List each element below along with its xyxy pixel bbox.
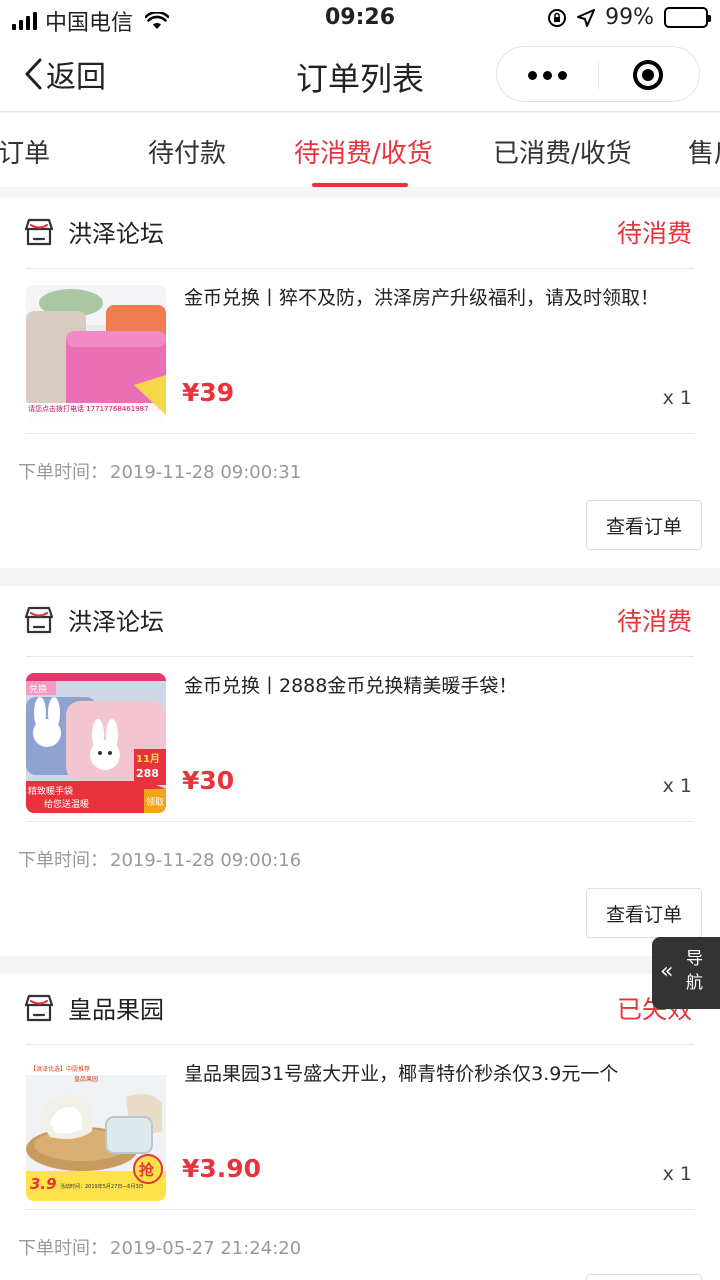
location-icon (577, 8, 596, 27)
product-quantity: x 1 (662, 387, 692, 409)
thumb-text: 【洪泽优选】中厨推荐 (30, 1065, 90, 1073)
order-time-label: 下单时间： (18, 1238, 108, 1259)
order-time-value: 2019-11-28 09:00:16 (110, 850, 302, 871)
thumb-text: 活动时间：2019年5月27日—6月3日 (60, 1183, 144, 1190)
more-dots-icon[interactable] (497, 47, 597, 103)
tab-pending-payment[interactable]: 待付款 (148, 133, 226, 170)
store-row[interactable]: 皇品果园 (24, 990, 164, 1025)
divider (26, 821, 694, 822)
order-time: 下单时间： 2019-05-27 21:24:20 (18, 1234, 301, 1260)
divider (26, 268, 694, 269)
nav-bar: 返回 订单列表 (0, 38, 720, 112)
order-status: 待消费 (616, 219, 692, 248)
store-icon (24, 218, 54, 245)
order-card: 皇品果园 已失效 【洪泽优选】中厨推荐 皇品果园 3.9 抢 活动时间：2019… (0, 974, 720, 1280)
store-icon (24, 606, 54, 633)
rotation-lock-icon (548, 8, 567, 27)
store-name: 皇品果园 (68, 996, 164, 1024)
guide-label: 导航 (686, 949, 703, 993)
thumb-text: 请您点击拨打电话 17717768461987 (28, 404, 149, 413)
floating-guide-button[interactable]: « 导航 (652, 937, 720, 1009)
status-right: 99% (547, 5, 711, 30)
product-thumbnail[interactable]: 请您点击拨打电话 17717768461987 (26, 285, 166, 425)
battery-icon (664, 7, 711, 28)
product-image: 【洪泽优选】中厨推荐 皇品果园 3.9 抢 活动时间：2019年5月27日—6月… (26, 1061, 166, 1201)
divider (26, 433, 694, 434)
close-target-icon[interactable] (633, 60, 663, 90)
product-title[interactable]: 皇品果园31号盛大开业，椰青特价秒杀仅3.9元一个 (184, 1060, 696, 1089)
store-row[interactable]: 洪泽论坛 (24, 214, 164, 249)
divider (26, 1044, 694, 1045)
product-price: ¥3.90 (182, 1154, 262, 1183)
order-time: 下单时间： 2019-11-28 09:00:16 (18, 846, 301, 872)
thumb-text: 3.9 (30, 1175, 57, 1193)
product-thumbnail[interactable]: 【洪泽优选】中厨推荐 皇品果园 3.9 抢 活动时间：2019年5月27日—6月… (26, 1061, 166, 1201)
product-title[interactable]: 金币兑换丨猝不及防，洪泽房产升级福利，请及时领取！ (184, 284, 696, 313)
thumb-text: 11月 (136, 753, 160, 765)
status-bar: 中国电信 09:26 99% (0, 0, 720, 38)
thumb-text: 给您送温暖 (44, 798, 89, 810)
double-chevron-left-icon: « (660, 959, 674, 984)
thumb-text: 288 (136, 767, 159, 780)
product-image: 请您点击拨打电话 17717768461987 (26, 285, 166, 425)
battery-percent: 99% (605, 5, 654, 30)
tab-consumed[interactable]: 已消费/收货 (493, 133, 632, 170)
order-time-value: 2019-11-28 09:00:31 (110, 462, 302, 483)
order-time-label: 下单时间： (18, 462, 108, 483)
product-thumbnail[interactable]: 兑换 11月 288 精致暖手袋 给您送温暖 领取 (26, 673, 166, 813)
store-name: 洪泽论坛 (68, 220, 164, 248)
tab-all-orders[interactable]: 全部订单 (0, 133, 50, 170)
order-time-value: 2019-05-27 21:24:20 (110, 1238, 302, 1259)
product-price: ¥39 (182, 378, 235, 407)
thumb-text: 皇品果园 (74, 1075, 98, 1083)
product-quantity: x 1 (662, 775, 692, 797)
product-price: ¥30 (182, 766, 235, 795)
active-tab-indicator (312, 183, 408, 187)
divider (26, 656, 694, 657)
thumb-text: 精致暖手袋 (28, 785, 73, 797)
thumb-text: 抢 (139, 1161, 155, 1179)
store-icon (24, 994, 54, 1021)
thumb-text: 兑换 (29, 683, 47, 695)
order-time: 下单时间： 2019-11-28 09:00:31 (18, 458, 301, 484)
thumb-text: 领取 (146, 796, 164, 808)
view-order-button[interactable]: 查看订单 (586, 888, 702, 938)
product-image: 兑换 11月 288 精致暖手袋 给您送温暖 领取 (26, 673, 166, 813)
order-card: 洪泽论坛 待消费 请您点击拨打电话 17717768461987 金币兑换丨猝不… (0, 198, 720, 568)
miniprogram-capsule (496, 46, 700, 102)
order-time-label: 下单时间： (18, 850, 108, 871)
product-title[interactable]: 金币兑换丨2888金币兑换精美暖手袋！ (184, 672, 696, 701)
divider (26, 1209, 694, 1210)
tab-to-consume[interactable]: 待消费/收货 (294, 133, 433, 170)
order-card: 洪泽论坛 待消费 兑换 11月 288 精致暖手袋 给您送温暖 领取 金币兑换丨… (0, 586, 720, 956)
product-quantity: x 1 (662, 1163, 692, 1185)
view-order-button[interactable]: 查看订单 (586, 1274, 702, 1280)
view-order-button[interactable]: 查看订单 (586, 500, 702, 550)
capsule-divider (598, 61, 599, 89)
order-tabs: 全部订单 待付款 待消费/收货 已消费/收货 售后 (0, 113, 720, 187)
tab-after-sales[interactable]: 售后 (688, 133, 720, 170)
order-status: 待消费 (616, 607, 692, 636)
store-name: 洪泽论坛 (68, 608, 164, 636)
store-row[interactable]: 洪泽论坛 (24, 602, 164, 637)
